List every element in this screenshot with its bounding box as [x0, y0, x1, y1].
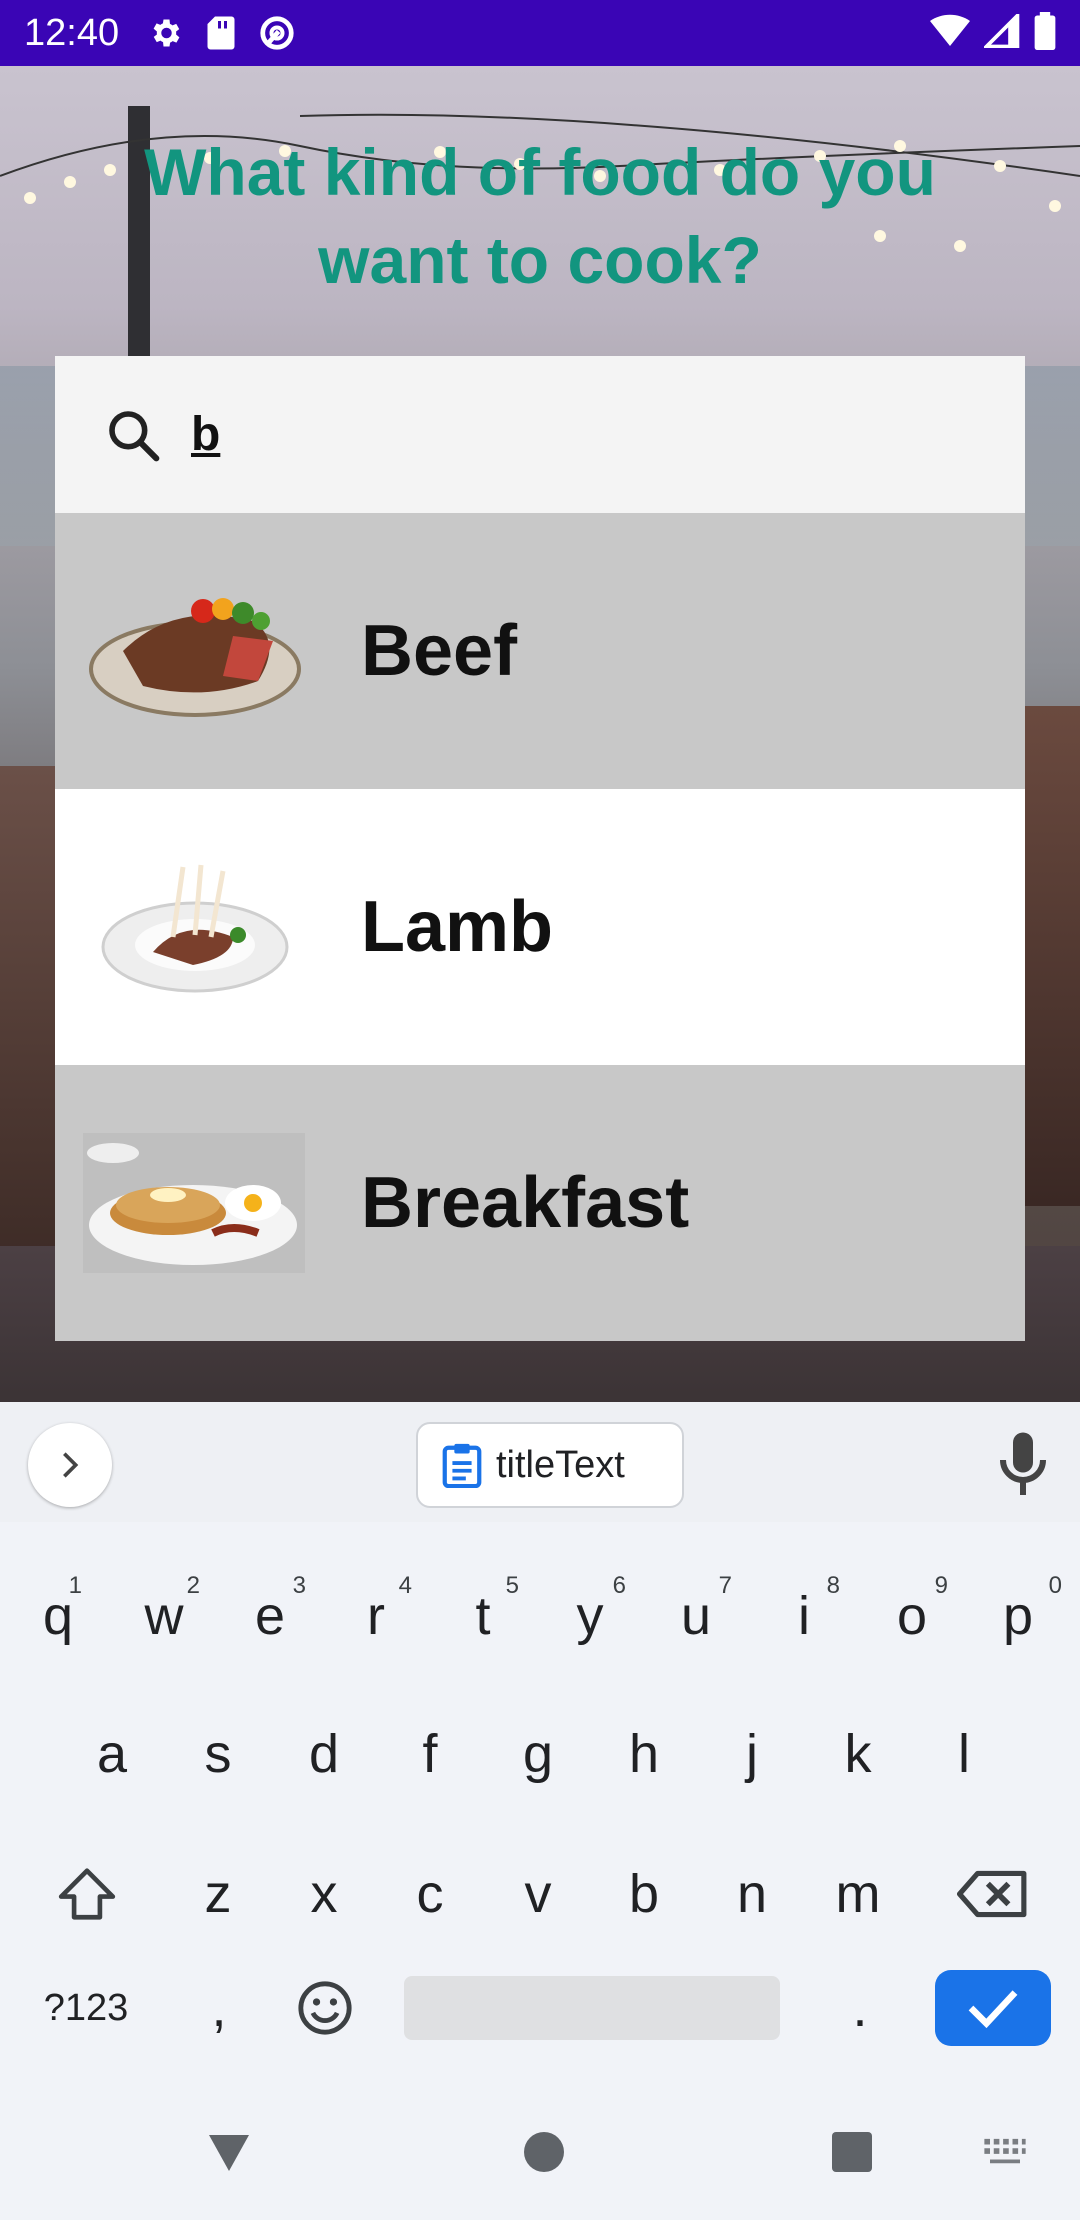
key-z[interactable]: z	[182, 1848, 254, 1940]
keyboard-switch-icon[interactable]	[978, 2124, 1032, 2180]
list-item-label: Breakfast	[361, 1163, 690, 1243]
sd-card-icon	[201, 13, 241, 53]
gear-icon	[145, 13, 185, 53]
status-bar: 12:40	[0, 0, 1080, 66]
chevron-right-icon	[63, 1452, 79, 1478]
key-u[interactable]: u7	[660, 1570, 732, 1662]
navigation-bar	[0, 2084, 1080, 2220]
list-item-label: Lamb	[361, 887, 554, 967]
wifi-icon	[930, 14, 970, 53]
key-o[interactable]: o9	[876, 1570, 948, 1662]
key-e[interactable]: e3	[234, 1570, 306, 1662]
keyboard: q1 w2 e3 r4 t5 y6 u7 i8 o9 p0 a s d f g …	[0, 1522, 1080, 2084]
keyboard-toolbar: titleText	[0, 1402, 1080, 1522]
steak-image	[83, 581, 305, 721]
status-time: 12:40	[24, 11, 120, 54]
key-n[interactable]: n	[716, 1848, 788, 1940]
period-key[interactable]: .	[820, 1962, 900, 2054]
expand-toolbar-button[interactable]	[28, 1423, 112, 1507]
battery-icon	[1034, 11, 1056, 55]
key-l[interactable]: l	[928, 1708, 1000, 1800]
clipboard-icon	[442, 1443, 482, 1488]
lamb-chops-image	[83, 857, 305, 997]
key-s[interactable]: s	[182, 1708, 254, 1800]
key-h[interactable]: h	[608, 1708, 680, 1800]
symbols-key[interactable]: ?123	[30, 1962, 142, 2054]
search-bar[interactable]: b	[55, 356, 1025, 513]
key-a[interactable]: a	[76, 1708, 148, 1800]
list-item[interactable]: Beef	[55, 513, 1025, 789]
emoji-key[interactable]	[284, 1962, 366, 2054]
list-item[interactable]: Breakfast	[55, 1065, 1025, 1341]
signal-icon	[982, 10, 1020, 53]
list-item[interactable]: Lamb	[55, 789, 1025, 1065]
key-x[interactable]: x	[288, 1848, 360, 1940]
recents-icon[interactable]	[826, 2124, 878, 2180]
key-v[interactable]: v	[502, 1848, 574, 1940]
key-q[interactable]: q1	[22, 1570, 94, 1662]
key-m[interactable]: m	[822, 1848, 894, 1940]
key-y[interactable]: y6	[554, 1570, 627, 1662]
pancakes-eggs-image	[83, 1133, 305, 1273]
key-p[interactable]: p0	[982, 1570, 1062, 1662]
key-f[interactable]: f	[394, 1708, 466, 1800]
shift-icon	[58, 1868, 116, 1920]
home-icon[interactable]	[516, 2124, 572, 2180]
key-t[interactable]: t5	[447, 1570, 519, 1662]
checkmark-icon	[968, 1990, 1018, 2029]
backspace-icon	[957, 1870, 1027, 1918]
clipboard-suggestion-chip[interactable]: titleText	[416, 1422, 684, 1508]
key-c[interactable]: c	[394, 1848, 466, 1940]
list-item-label: Beef	[361, 611, 518, 691]
clipboard-suggestion-text: titleText	[496, 1443, 625, 1486]
mic-icon[interactable]	[998, 1430, 1048, 1500]
search-input[interactable]: b	[191, 407, 220, 462]
key-g[interactable]: g	[502, 1708, 574, 1800]
enter-key[interactable]	[935, 1970, 1051, 2046]
comma-key[interactable]: ,	[186, 1962, 252, 2054]
emoji-icon	[298, 1981, 352, 2035]
key-i[interactable]: i8	[768, 1570, 840, 1662]
key-b[interactable]: b	[608, 1848, 680, 1940]
back-icon[interactable]	[200, 2124, 258, 2182]
key-j[interactable]: j	[716, 1708, 788, 1800]
key-r[interactable]: r4	[340, 1570, 412, 1662]
key-d[interactable]: d	[288, 1708, 360, 1800]
backspace-key[interactable]	[948, 1848, 1038, 1940]
key-w[interactable]: w2	[128, 1570, 201, 1662]
space-key[interactable]	[404, 1976, 780, 2040]
key-k[interactable]: k	[822, 1708, 894, 1800]
search-icon	[105, 407, 161, 463]
page-title: What kind of food do you want to cook?	[144, 135, 936, 297]
shift-key[interactable]	[42, 1848, 132, 1940]
sync-icon	[257, 13, 297, 53]
